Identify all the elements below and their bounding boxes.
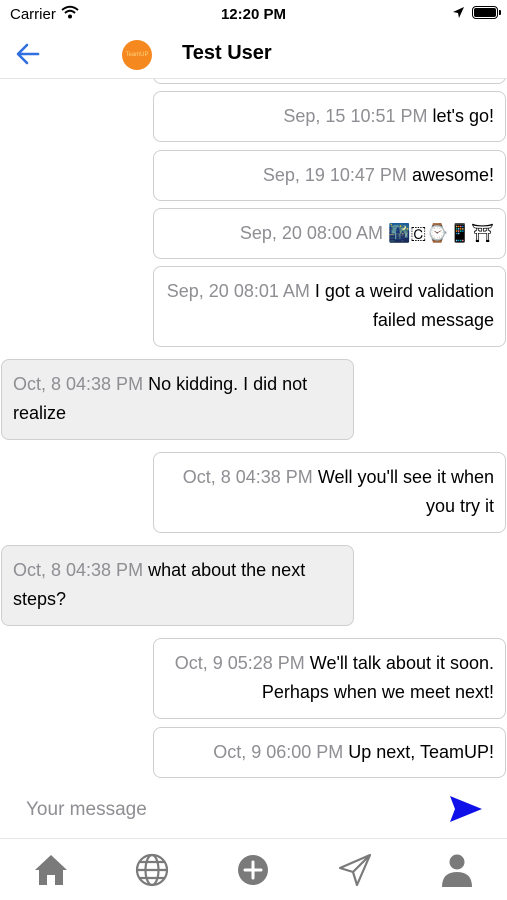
message-timestamp: Oct, 9 06:00 PM [213,742,344,762]
chat-header: TeamUP Test User [0,30,507,79]
message-text: 🌃🇨⌚📱⛩ [387,223,494,243]
send-arrow-icon[interactable] [336,851,374,889]
message-bubble: Oct, 8 04:38 PM No kidding. I did not re… [1,359,354,440]
message-input[interactable] [14,792,438,828]
message-bubble: Sep, 20 08:00 AM 🌃🇨⌚📱⛩ [153,208,506,259]
clock: 12:20 PM [220,6,287,23]
message-timestamp: Sep, 19 10:47 PM [262,165,407,185]
message-timestamp: Sep, 20 08:01 AM [166,281,310,301]
profile-icon[interactable] [438,851,476,889]
tab-bar [0,839,507,900]
message-timestamp: Oct, 8 04:38 PM [13,560,144,580]
message-timestamp: Sep, 15 10:51 PM [283,106,428,126]
globe-icon[interactable] [133,851,171,889]
message-bubble: Oct, 8 04:38 PM what about the next step… [1,545,354,626]
location-arrow-icon [453,7,464,18]
send-icon[interactable] [448,794,484,824]
message-list[interactable]: Sep, 15 10:51 PM let's go! Sep, 19 10:47… [0,79,507,782]
message-bubble: Sep, 15 10:51 PM let's go! [153,91,506,142]
message-bubble: Oct, 8 04:38 PM Well you'll see it when … [153,452,506,533]
page-title: Test User [182,42,272,64]
message-text: awesome! [411,165,494,185]
add-circle-icon[interactable] [234,851,272,889]
message-bubble: Sep, 19 10:47 PM awesome! [153,150,506,201]
status-bar: Carrier 12:20 PM [0,0,507,30]
message-text: Well you'll see it when you try it [317,467,494,516]
message-text: I got a weird validation failed message [314,281,494,330]
message-composer [0,782,507,839]
message-bubble: Sep, 20 08:01 AM I got a weird validatio… [153,266,506,347]
message-timestamp: Sep, 20 08:00 AM [239,223,383,243]
message-text: let's go! [432,106,494,126]
message-timestamp: Oct, 8 04:38 PM [13,374,144,394]
back-arrow-icon[interactable] [14,40,42,68]
battery-icon [472,6,501,19]
message-timestamp: Oct, 9 05:28 PM [174,653,305,673]
message-bubble: Oct, 9 06:00 PM Up next, TeamUP! [153,727,506,778]
message-timestamp: Oct, 8 04:38 PM [182,467,313,487]
avatar[interactable]: TeamUP [122,40,152,70]
message-text: Up next, TeamUP! [348,742,494,762]
message-bubble: Oct, 9 05:28 PM We'll talk about it soon… [153,638,506,719]
message-bubble-partial [153,79,506,84]
avatar-text: TeamUP [125,52,149,58]
home-icon[interactable] [32,851,70,889]
